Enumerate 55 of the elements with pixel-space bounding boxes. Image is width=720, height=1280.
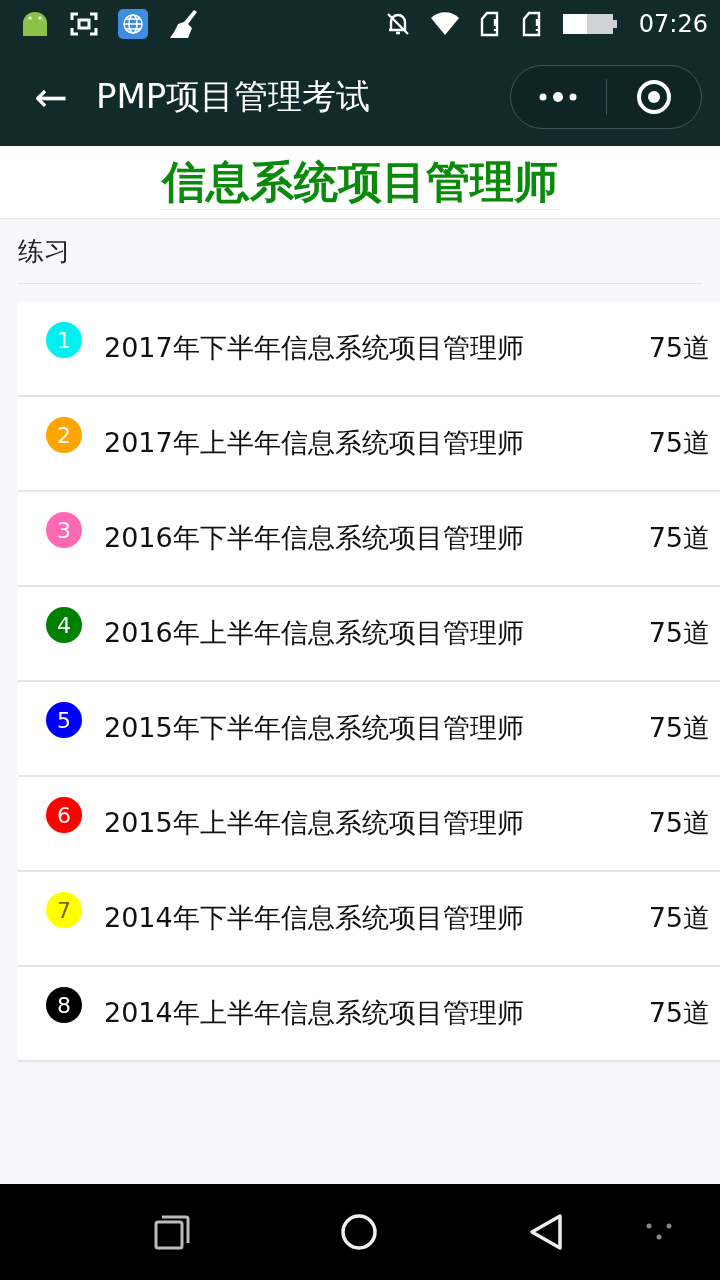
android-icon — [20, 10, 50, 38]
section-label: 练习 — [18, 234, 70, 268]
globe-icon — [118, 9, 148, 39]
exam-title: 2016年下半年信息系统项目管理师 — [104, 521, 525, 555]
number-badge: 2 — [46, 417, 82, 453]
home-circle-icon — [340, 1213, 378, 1251]
back-triangle-icon — [528, 1213, 564, 1251]
number-badge: 7 — [46, 892, 82, 928]
recent-apps-button[interactable] — [154, 1214, 190, 1250]
exam-title: 2016年上半年信息系统项目管理师 — [104, 616, 525, 650]
question-count: 75道 — [648, 996, 710, 1030]
battery-icon — [562, 13, 619, 35]
home-button[interactable] — [340, 1213, 378, 1251]
exam-title: 2015年上半年信息系统项目管理师 — [104, 806, 525, 840]
question-count: 75道 — [648, 901, 710, 935]
question-count: 75道 — [648, 711, 710, 745]
back-nav-button[interactable] — [528, 1213, 564, 1251]
heading: 信息系统项目管理师 — [162, 154, 558, 210]
sim-card-icon — [520, 11, 543, 37]
exam-row[interactable]: 7 2014年下半年信息系统项目管理师 75道 — [18, 872, 720, 967]
exam-row[interactable]: 4 2016年上半年信息系统项目管理师 75道 — [18, 587, 720, 682]
number-badge: 1 — [46, 322, 82, 358]
page-title: PMP项目管理考试 — [96, 75, 371, 118]
exam-row[interactable]: 1 2017年下半年信息系统项目管理师 75道 — [18, 302, 720, 397]
exam-row[interactable]: 8 2014年上半年信息系统项目管理师 75道 — [18, 967, 720, 1062]
exam-row[interactable]: 2 2017年上半年信息系统项目管理师 75道 — [18, 397, 720, 492]
question-count: 75道 — [648, 616, 710, 650]
exam-title: 2017年下半年信息系统项目管理师 — [104, 331, 525, 365]
target-icon — [635, 79, 672, 115]
number-badge: 8 — [46, 987, 82, 1023]
dots-icon — [646, 1223, 672, 1241]
question-count: 75道 — [648, 331, 710, 365]
exam-title: 2014年上半年信息系统项目管理师 — [104, 996, 525, 1030]
exam-title: 2014年下半年信息系统项目管理师 — [104, 901, 525, 935]
broom-icon — [168, 8, 200, 40]
recent-apps-icon — [154, 1214, 190, 1250]
question-count: 75道 — [648, 426, 710, 460]
number-badge: 5 — [46, 702, 82, 738]
exam-title: 2015年下半年信息系统项目管理师 — [104, 711, 525, 745]
wifi-icon — [430, 12, 459, 36]
sim-card-icon — [478, 11, 501, 37]
clock-time: 07:26 — [638, 10, 708, 38]
more-icon — [538, 91, 579, 103]
exam-row[interactable]: 6 2015年上半年信息系统项目管理师 75道 — [18, 777, 720, 872]
exam-row[interactable]: 5 2015年下半年信息系统项目管理师 75道 — [18, 682, 720, 777]
number-badge: 3 — [46, 512, 82, 548]
scan-icon — [70, 12, 98, 36]
question-count: 75道 — [648, 521, 710, 555]
question-count: 75道 — [648, 806, 710, 840]
back-button[interactable]: ← — [28, 74, 74, 120]
exam-row[interactable]: 3 2016年下半年信息系统项目管理师 75道 — [18, 492, 720, 587]
exam-title: 2017年上半年信息系统项目管理师 — [104, 426, 525, 460]
number-badge: 4 — [46, 607, 82, 643]
muted-bell-icon — [384, 11, 411, 37]
number-badge: 6 — [46, 797, 82, 833]
